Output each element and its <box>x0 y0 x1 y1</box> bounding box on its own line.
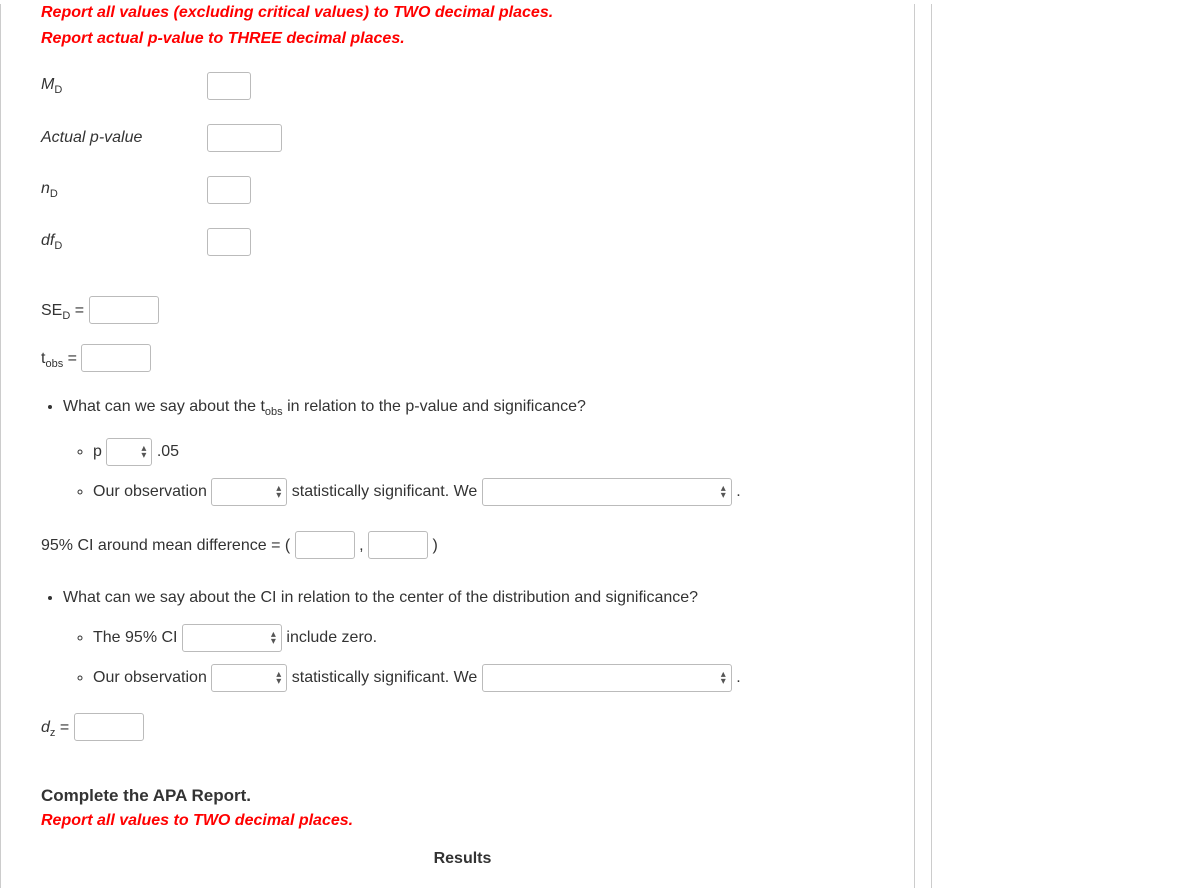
input-tobs[interactable] <box>81 344 151 372</box>
ci-close: ) <box>432 537 437 554</box>
instruction-apa: Report all values to TWO decimal places. <box>41 812 884 830</box>
select-reject-1[interactable] <box>482 478 732 506</box>
question-ci: What can we say about the CI in relation… <box>63 583 884 693</box>
input-dfd[interactable] <box>207 228 251 256</box>
question-tobs: What can we say about the tobs in relati… <box>63 392 884 507</box>
label-dfd: dfD <box>41 232 207 252</box>
row-p-alpha: p .05 <box>93 437 884 467</box>
select-p-relation[interactable] <box>106 438 152 466</box>
instruction-decimals: Report all values (excluding critical va… <box>41 4 884 22</box>
row-ci-zero: The 95% CI include zero. <box>93 623 884 653</box>
label-md: MD <box>41 76 207 96</box>
instruction-pvalue: Report actual p-value to THREE decimal p… <box>41 30 884 48</box>
label-ci: 95% CI around mean difference = ( <box>41 537 290 554</box>
ci-comma: , <box>359 537 368 554</box>
input-ci-lower[interactable] <box>295 531 355 559</box>
label-tobs: tobs = <box>41 350 81 367</box>
input-pvalue[interactable] <box>207 124 282 152</box>
select-is-isnot-2[interactable] <box>211 664 287 692</box>
label-pvalue: Actual p-value <box>41 129 207 147</box>
input-dz[interactable] <box>74 713 144 741</box>
heading-results: Results <box>41 850 884 868</box>
label-dz: dz = <box>41 719 74 736</box>
select-ci-include[interactable] <box>182 624 282 652</box>
input-sed[interactable] <box>89 296 159 324</box>
input-ci-upper[interactable] <box>368 531 428 559</box>
input-nd[interactable] <box>207 176 251 204</box>
heading-apa: Complete the APA Report. <box>41 786 884 806</box>
label-sed: SED = <box>41 302 89 319</box>
row-observation-1: Our observation statistically significan… <box>93 477 884 507</box>
label-nd: nD <box>41 180 207 200</box>
select-is-isnot-1[interactable] <box>211 478 287 506</box>
input-md[interactable] <box>207 72 251 100</box>
select-reject-2[interactable] <box>482 664 732 692</box>
row-observation-2: Our observation statistically significan… <box>93 663 884 693</box>
